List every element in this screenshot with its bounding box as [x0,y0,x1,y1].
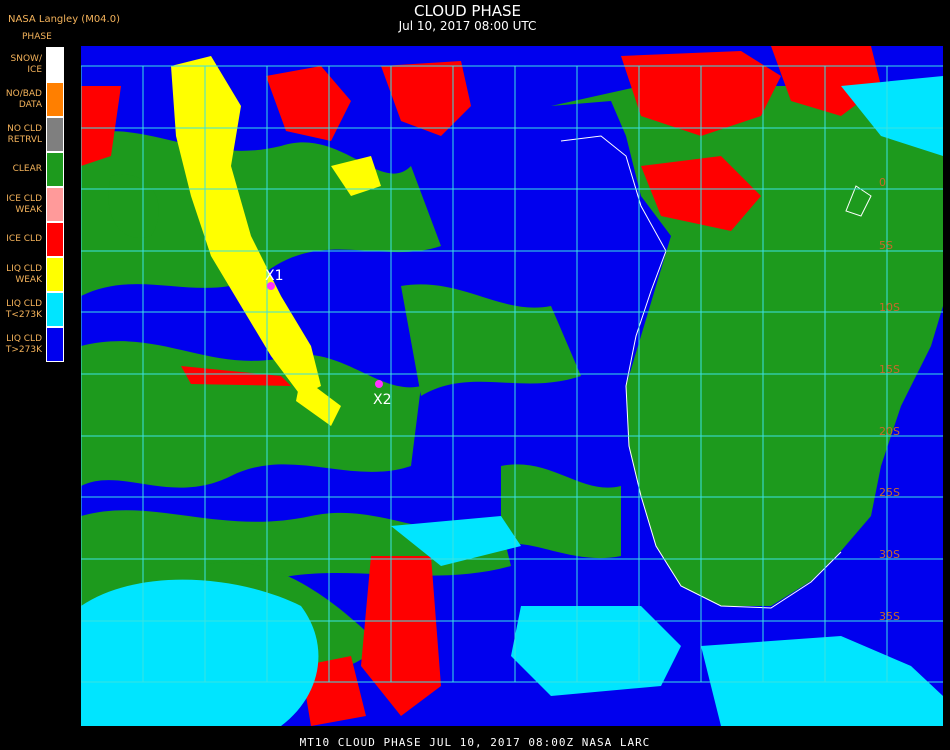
legend-label: LIQ CLD T<273K [5,298,42,320]
legend-swatch [46,47,64,82]
legend-swatch [46,222,64,257]
site-marker-dot [375,380,383,388]
page-subtitle: Jul 10, 2017 08:00 UTC [398,19,537,33]
latitude-label: 20S [879,425,900,438]
page-title: CLOUD PHASE [414,2,521,20]
latitude-label: 25S [879,486,900,499]
latitude-label: 30S [879,548,900,561]
latitude-label: 5S [879,239,893,252]
legend-label: LIQ CLD T>273K [5,333,42,355]
footer: MT10 CLOUD PHASE JUL 10, 2017 08:00Z NAS… [299,736,651,749]
cloud-phase-map: 0 5S 10S 15S 20S 25S 30S 35S X1 X2 [81,46,943,726]
legend-label: ICE CLD [6,234,42,244]
latitude-label: 35S [879,610,900,623]
legend-swatch [46,117,64,152]
phase-label: PHASE [22,32,52,42]
legend-swatch [46,152,64,187]
legend-label: SNOW/ ICE [10,53,42,75]
latitude-label: 0 [879,176,886,189]
legend-label: NO/BAD DATA [5,88,42,110]
legend-swatch [46,327,64,362]
site-marker-label: X1 [265,268,284,284]
legend-swatch [46,292,64,327]
legend-swatch [46,187,64,222]
legend-label: CLEAR [12,164,42,174]
legend-label: NO CLD RETRVL [7,123,42,145]
legend-swatch [46,257,64,292]
legend-swatch [46,82,64,117]
latitude-label: 10S [879,301,900,314]
latitude-label: 15S [879,363,900,376]
legend-label: ICE CLD WEAK [6,193,42,215]
site-marker-label: X2 [373,392,392,408]
legend-label: LIQ CLD WEAK [6,263,42,285]
